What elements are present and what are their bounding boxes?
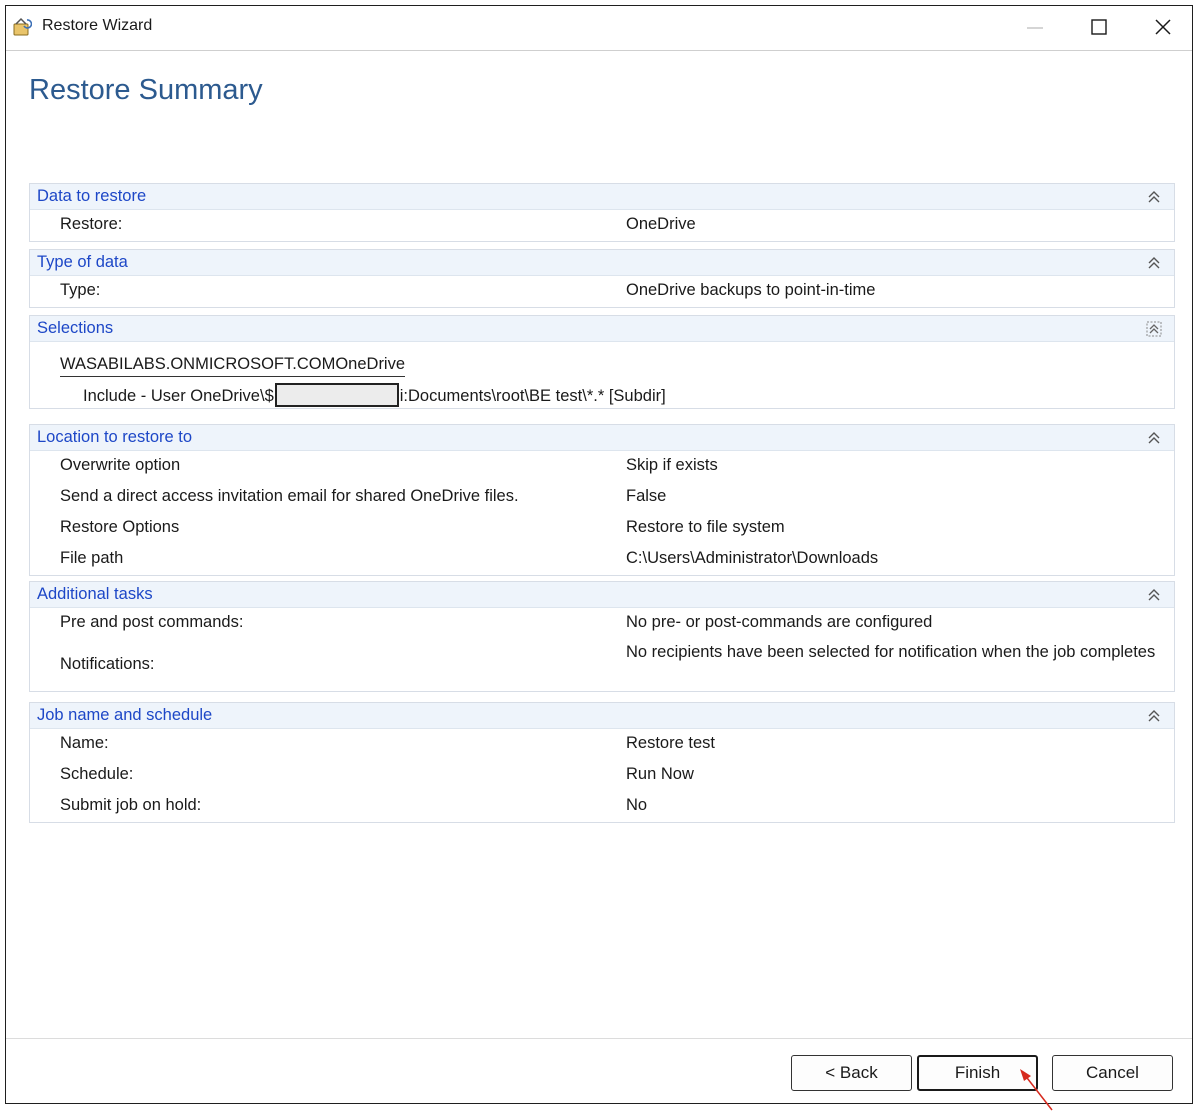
row-value: OneDrive — [626, 215, 696, 233]
row-label: Notifications: — [60, 655, 155, 673]
row-label: Type: — [60, 281, 101, 299]
section-header[interactable]: Location to restore to — [30, 425, 1174, 451]
summary-row: File path C:\Users\Administrator\Downloa… — [30, 544, 1174, 575]
section-header[interactable]: Additional tasks — [30, 582, 1174, 608]
section-job-name-schedule: Job name and schedule Name: Restore test… — [29, 702, 1175, 823]
collapse-chevron-icon[interactable] — [1146, 587, 1162, 603]
row-label: Submit job on hold: — [60, 796, 202, 814]
section-header[interactable]: Data to restore — [30, 184, 1174, 210]
row-value: Restore test — [626, 734, 715, 752]
summary-row: Schedule: Run Now — [30, 760, 1174, 791]
selection-source[interactable]: WASABILABS.ONMICROSOFT.COMOneDrive — [60, 355, 406, 377]
collapse-chevron-icon[interactable] — [1146, 708, 1162, 724]
collapse-chevron-icon[interactable] — [1146, 430, 1162, 446]
selections-body: WASABILABS.ONMICROSOFT.COMOneDrive Inclu… — [30, 342, 1174, 408]
footer-divider — [6, 1038, 1192, 1039]
row-value: Restore to file system — [626, 518, 785, 536]
cancel-button[interactable]: Cancel — [1052, 1055, 1173, 1091]
selection-include-line: Include - User OneDrive\$ i:Documents\roo… — [83, 383, 666, 407]
maximize-icon — [1091, 19, 1107, 35]
window-title: Restore Wizard — [42, 17, 153, 34]
restore-app-icon — [12, 17, 33, 37]
section-additional-tasks: Additional tasks Pre and post commands: … — [29, 581, 1175, 692]
row-label: Restore: — [60, 215, 123, 233]
close-button[interactable] — [1132, 6, 1194, 48]
section-title: Location to restore to — [37, 428, 193, 446]
section-type-of-data: Type of data Type: OneDrive backups to p… — [29, 249, 1175, 308]
section-title: Job name and schedule — [37, 706, 213, 724]
section-selections: Selections WASABILABS.ONMICROSOFT.COMOne… — [29, 315, 1175, 409]
collapse-chevron-icon[interactable] — [1146, 189, 1162, 205]
row-value: Skip if exists — [626, 456, 718, 474]
section-title: Type of data — [37, 253, 128, 271]
row-value: No recipients have been selected for not… — [626, 643, 1156, 661]
row-value: False — [626, 487, 667, 505]
row-label: Pre and post commands: — [60, 613, 244, 631]
section-title: Additional tasks — [37, 585, 153, 603]
row-label: File path — [60, 549, 124, 567]
minimize-button[interactable] — [1004, 6, 1066, 48]
row-label: Schedule: — [60, 765, 134, 783]
row-value: C:\Users\Administrator\Downloads — [626, 549, 879, 567]
section-data-to-restore: Data to restore Restore: OneDrive — [29, 183, 1175, 242]
summary-row: Restore Options Restore to file system — [30, 513, 1174, 544]
summary-row: Notifications: No recipients have been s… — [30, 639, 1174, 691]
row-value: No pre- or post-commands are configured — [626, 613, 933, 631]
section-header[interactable]: Selections — [30, 316, 1174, 342]
restore-wizard-window: Restore Wizard Restore Summary Data to r… — [5, 5, 1193, 1111]
summary-row: Restore: OneDrive — [30, 210, 1174, 241]
row-label: Send a direct access invitation email fo… — [60, 487, 519, 505]
section-header[interactable]: Type of data — [30, 250, 1174, 276]
collapse-chevron-icon[interactable] — [1146, 255, 1162, 271]
maximize-button[interactable] — [1068, 6, 1130, 48]
row-value: No — [626, 796, 648, 814]
back-button[interactable]: < Back — [791, 1055, 912, 1091]
include-prefix: Include - User OneDrive\$ — [83, 387, 274, 405]
collapse-chevron-disabled-icon[interactable] — [1146, 321, 1162, 337]
row-value: OneDrive backups to point-in-time — [626, 281, 876, 299]
redacted-block — [274, 383, 399, 407]
summary-row: Pre and post commands: No pre- or post-c… — [30, 608, 1174, 639]
summary-row: Name: Restore test — [30, 729, 1174, 760]
close-icon — [1155, 19, 1171, 35]
row-label: Overwrite option — [60, 456, 181, 474]
annotation-arrow-icon — [1020, 1069, 1053, 1111]
summary-row: Submit job on hold: No — [30, 791, 1174, 822]
title-bar: Restore Wizard — [6, 6, 1192, 51]
summary-row: Send a direct access invitation email fo… — [30, 482, 1174, 513]
row-label: Restore Options — [60, 518, 180, 536]
summary-row: Overwrite option Skip if exists — [30, 451, 1174, 482]
section-title: Selections — [37, 319, 114, 337]
minimize-icon — [1027, 27, 1043, 29]
row-value: Run Now — [626, 765, 694, 783]
row-label: Name: — [60, 734, 109, 752]
section-header[interactable]: Job name and schedule — [30, 703, 1174, 729]
section-location: Location to restore to Overwrite option … — [29, 424, 1175, 576]
include-suffix: i:Documents\root\BE test\*.* [Subdir] — [399, 387, 666, 405]
summary-row: Type: OneDrive backups to point-in-time — [30, 276, 1174, 307]
section-title: Data to restore — [37, 187, 147, 205]
page-title: Restore Summary — [29, 74, 263, 106]
